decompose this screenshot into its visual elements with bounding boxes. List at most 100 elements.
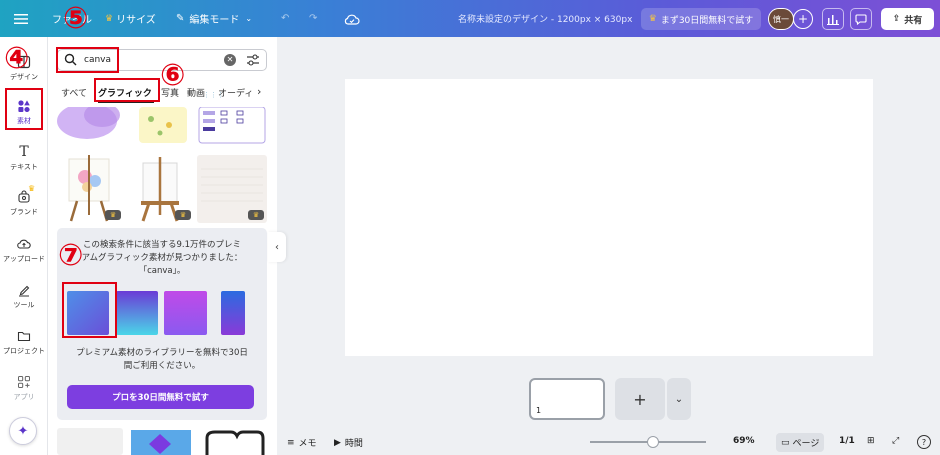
apps-grid-icon (17, 375, 31, 389)
timer-button[interactable]: ▶ 時間 (334, 436, 363, 450)
share-button[interactable]: ⇪ 共有 (881, 8, 934, 30)
help-icon[interactable]: ? (917, 435, 931, 449)
folder-icon (17, 329, 31, 343)
chevron-left-icon: ‹ (275, 241, 279, 253)
rail-label: テキスト (10, 163, 38, 171)
tab-all[interactable]: すべて (61, 86, 87, 99)
rail-item-brand[interactable]: ♛ ブランド (0, 184, 48, 217)
text-t-icon: T (19, 144, 29, 160)
page-count[interactable]: 1/1 (839, 436, 855, 446)
promo-text-line: 「canva」。 (138, 266, 186, 276)
graphic-thumbnail[interactable] (127, 428, 194, 455)
rail-label: プロジェクト (3, 347, 45, 355)
add-page-button[interactable]: + (615, 378, 665, 420)
cloud-sync-icon[interactable] (344, 0, 360, 37)
zoom-level[interactable]: 69% (733, 436, 755, 446)
avatar[interactable]: 慎一 (768, 8, 794, 30)
premium-crown-icon: ♛ (175, 210, 191, 220)
resize-label: リサイズ (116, 15, 156, 26)
graphic-thumbnail[interactable] (57, 107, 124, 145)
promo-text-line: この検索条件に該当する9.1万件のプレミ (82, 240, 242, 250)
rail-label: アップロード (3, 255, 45, 263)
rail-item-tools[interactable]: ツール (0, 283, 48, 310)
chevron-down-icon: ⌄ (674, 393, 684, 405)
pencil-icon: ✎ (176, 13, 185, 24)
graphic-thumbnail[interactable] (197, 428, 267, 455)
bottom-bar: ≡ メモ ▶ 時間 69% ▭ ページ 1/1 ⊞ ⤢ ? (277, 430, 940, 455)
upload-share-icon: ⇪ (892, 14, 901, 24)
zoom-slider-handle[interactable] (647, 436, 659, 448)
rail-item-uploads[interactable]: アップロード (0, 237, 48, 264)
edit-mode-dropdown[interactable]: ✎ 編集モード ⌄ (176, 0, 252, 37)
sparkle-icon: ✦ (17, 423, 29, 439)
graphic-thumbnail[interactable]: ♛ (197, 155, 267, 223)
gradient-thumbnail[interactable] (116, 291, 158, 335)
collapse-panel-button[interactable]: ‹ (268, 232, 286, 262)
promo-text-line: 間ご利用ください。 (123, 361, 201, 371)
pages-icon: ▭ (781, 437, 790, 448)
promo-text-line: プレミアム素材のライブラリーを無料で30日 (76, 348, 248, 358)
draw-pen-icon (17, 283, 31, 297)
timer-label: 時間 (344, 439, 363, 449)
redo-icon[interactable]: ↷ (309, 0, 317, 37)
edit-mode-label: 編集モード (189, 15, 240, 26)
cloud-upload-icon (17, 237, 31, 251)
gradient-thumbnail[interactable] (164, 291, 207, 335)
rail-item-apps[interactable]: アプリ (0, 375, 48, 402)
rail-item-projects[interactable]: プロジェクト (0, 329, 48, 356)
annotation-box-elements (5, 88, 43, 130)
annotation-number-6: ⑥ (160, 58, 186, 93)
insights-icon[interactable] (822, 8, 844, 30)
graphic-thumbnail[interactable] (127, 107, 194, 145)
avatar-label: 慎一 (773, 14, 789, 24)
annotation-number-5: ⑤ (63, 1, 89, 36)
try-pro-label: プロを30日間無料で試す (112, 393, 209, 403)
annotation-box-gradient (62, 282, 117, 338)
comment-icon[interactable] (850, 8, 872, 30)
trial-button[interactable]: ♛ まず30日間無料で試す (641, 8, 761, 30)
graphic-thumbnail[interactable]: ♛ (127, 155, 194, 223)
rail-label: ブランド (10, 208, 38, 216)
notes-label: メモ (298, 439, 317, 449)
add-page-options-button[interactable]: ⌄ (667, 378, 691, 420)
trial-label: まず30日間無料で試す (660, 15, 754, 26)
undo-icon[interactable]: ↶ (281, 0, 289, 37)
chevron-down-icon: ⌄ (245, 14, 253, 23)
design-canvas-page[interactable] (345, 79, 873, 356)
graphic-thumbnail[interactable] (57, 428, 123, 455)
resize-button[interactable]: ♛ リサイズ (105, 0, 156, 37)
annotation-number-7: ⑦ (58, 238, 84, 273)
crown-icon: ♛ (105, 13, 114, 24)
gradient-thumbnail[interactable] (221, 291, 245, 335)
rail-label: アプリ (13, 393, 35, 401)
hamburger-menu-icon[interactable] (14, 0, 28, 37)
pages-label: ページ (792, 439, 820, 449)
play-box-icon: ▶ (334, 437, 341, 448)
notes-icon: ≡ (287, 437, 295, 448)
crown-icon: ♛ (28, 184, 36, 193)
share-label: 共有 (904, 15, 923, 26)
grid-view-icon[interactable]: ⊞ (867, 436, 875, 446)
document-title[interactable]: 名称未設定のデザイン - 1200px × 630px (458, 0, 632, 37)
crown-icon: ♛ (648, 14, 657, 24)
page-number: 1 (536, 406, 542, 415)
clear-icon[interactable]: ✕ (224, 54, 236, 66)
annotation-box-search (56, 47, 119, 73)
magic-assistant-button[interactable]: ✦ (9, 417, 37, 445)
try-pro-button[interactable]: プロを30日間無料で試す (67, 385, 254, 409)
filter-icon[interactable] (246, 53, 260, 70)
notes-button[interactable]: ≡ メモ (287, 436, 317, 450)
annotation-box-graphics-tab (94, 78, 160, 102)
rail-item-text[interactable]: T テキスト (0, 145, 48, 172)
promo-text-line: アムグラフィック素材が見つかりました： (81, 253, 243, 263)
invite-plus-icon[interactable]: + (793, 9, 813, 29)
page-thumbnail[interactable]: 1 (529, 378, 605, 420)
premium-crown-icon: ♛ (248, 210, 264, 220)
graphic-thumbnail[interactable] (197, 107, 267, 145)
plus-icon: + (633, 389, 647, 409)
fullscreen-icon[interactable]: ⤢ (892, 436, 899, 446)
graphic-thumbnail[interactable]: ♛ (57, 155, 124, 223)
pages-button[interactable]: ▭ ページ (776, 433, 825, 452)
rail-label: ツール (13, 301, 35, 309)
chevron-right-icon[interactable]: › (257, 85, 261, 98)
